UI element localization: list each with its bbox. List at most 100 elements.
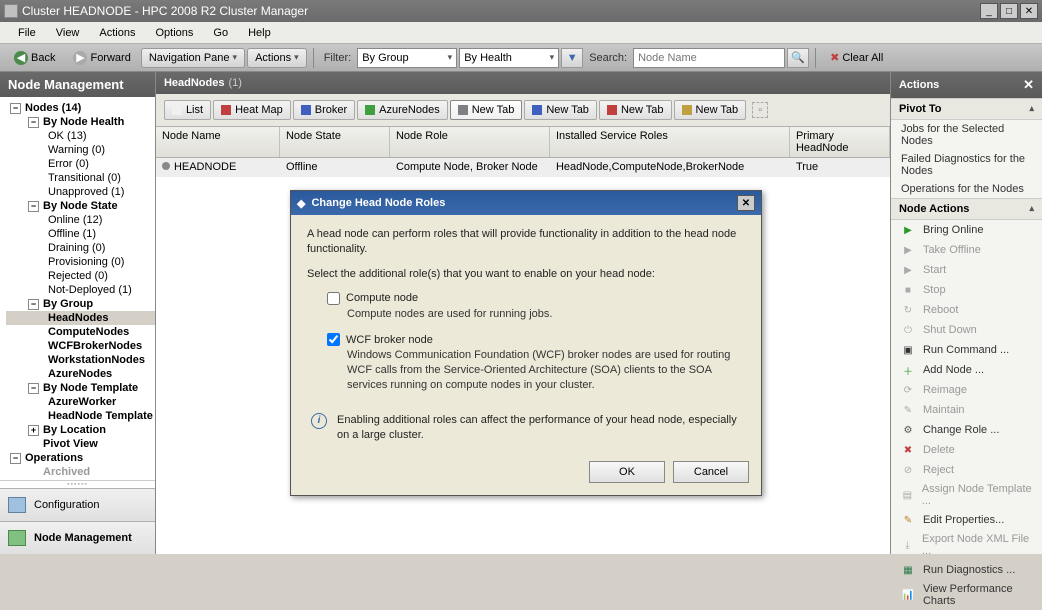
wcf-broker-option[interactable]: WCF broker node	[327, 333, 745, 346]
add-tab-button[interactable]: ▫	[752, 102, 768, 118]
col-node-name[interactable]: Node Name	[156, 127, 280, 157]
tree-nodes-root[interactable]: −Nodes (14)	[6, 101, 155, 115]
splitter-handle[interactable]	[0, 480, 155, 488]
view-tab-list-0[interactable]: List	[164, 100, 211, 120]
tree-operations[interactable]: −Operations	[6, 451, 155, 465]
content-title: HeadNodes	[164, 77, 225, 89]
action-view-performance-charts[interactable]: 📊View Performance Charts	[891, 580, 1042, 610]
collapse-icon[interactable]: −	[28, 201, 39, 212]
action-run-diagnostics[interactable]: ▦Run Diagnostics ...	[891, 560, 1042, 580]
navigation-pane-button[interactable]: Navigation Pane ▾	[141, 48, 245, 68]
tree-state-offline[interactable]: Offline (1)	[6, 227, 155, 241]
pivot-section-header[interactable]: Pivot To▴	[891, 98, 1042, 120]
nav-configuration[interactable]: Configuration	[0, 488, 155, 521]
tree-state-draining[interactable]: Draining (0)	[6, 241, 155, 255]
tree-by-node-template[interactable]: −By Node Template	[6, 381, 155, 395]
wcf-broker-checkbox[interactable]	[327, 333, 340, 346]
tab-color-icon	[532, 105, 542, 115]
action-add-node[interactable]: ＋Add Node ...	[891, 360, 1042, 380]
filter-group-select[interactable]: By Group▾	[357, 48, 457, 68]
tree-state-online[interactable]: Online (12)	[6, 213, 155, 227]
tree-by-location[interactable]: +By Location	[6, 423, 155, 437]
node-actions-header[interactable]: Node Actions▴	[891, 198, 1042, 220]
menu-help[interactable]: Help	[238, 25, 281, 41]
back-label: Back	[31, 52, 55, 64]
action-run-command[interactable]: ▣Run Command ...	[891, 340, 1042, 360]
ok-button[interactable]: OK	[589, 461, 665, 483]
maximize-button[interactable]: □	[1000, 3, 1018, 19]
action-delete: ✖Delete	[891, 440, 1042, 460]
tree-by-node-health[interactable]: −By Node Health	[6, 115, 155, 129]
tree-health-warning[interactable]: Warning (0)	[6, 143, 155, 157]
menu-actions[interactable]: Actions	[89, 25, 145, 41]
dialog-titlebar[interactable]: ◆Change Head Node Roles ✕	[291, 191, 761, 215]
actions-button[interactable]: Actions ▾	[247, 48, 307, 68]
actions-close-button[interactable]: ✕	[1023, 77, 1034, 93]
tree-state-provisioning[interactable]: Provisioning (0)	[6, 255, 155, 269]
action-bring-online[interactable]: ▶Bring Online	[891, 220, 1042, 240]
search-go-button[interactable]: 🔍	[787, 48, 809, 68]
collapse-icon[interactable]: −	[10, 103, 21, 114]
pivot-operations[interactable]: Operations for the Nodes	[891, 180, 1042, 198]
menu-view[interactable]: View	[46, 25, 90, 41]
tree-archived[interactable]: Archived	[6, 465, 155, 479]
tree-by-node-state[interactable]: −By Node State	[6, 199, 155, 213]
pivot-jobs[interactable]: Jobs for the Selected Nodes	[891, 120, 1042, 150]
filter-funnel-button[interactable]: ▼	[561, 48, 583, 68]
tree-pivot-view[interactable]: Pivot View	[6, 437, 155, 451]
action-change-role[interactable]: ⚙Change Role ...	[891, 420, 1042, 440]
view-tab-broker-2[interactable]: Broker	[293, 100, 355, 120]
back-button[interactable]: ◀Back	[6, 47, 63, 69]
tree-health-unapproved[interactable]: Unapproved (1)	[6, 185, 155, 199]
menu-options[interactable]: Options	[145, 25, 203, 41]
minimize-button[interactable]: _	[980, 3, 998, 19]
collapse-icon[interactable]: −	[28, 383, 39, 394]
action-edit-properties[interactable]: ✎Edit Properties...	[891, 510, 1042, 530]
tree-group-wcfbrokernodes[interactable]: WCFBrokerNodes	[6, 339, 155, 353]
view-tab-new-tab-7[interactable]: New Tab	[674, 100, 747, 120]
view-tab-new-tab-5[interactable]: New Tab	[524, 100, 597, 120]
view-tab-new-tab-4[interactable]: New Tab	[450, 100, 523, 120]
chevron-down-icon: ▾	[233, 52, 238, 63]
view-tab-heat-map-1[interactable]: Heat Map	[213, 100, 291, 120]
tree-group-azurenodes[interactable]: AzureNodes	[6, 367, 155, 381]
menu-file[interactable]: File	[8, 25, 46, 41]
search-input[interactable]	[633, 48, 785, 68]
tree-group-computenodes[interactable]: ComputeNodes	[6, 325, 155, 339]
tree-state-notdeployed[interactable]: Not-Deployed (1)	[6, 283, 155, 297]
expand-icon[interactable]: +	[28, 425, 39, 436]
app-icon	[4, 4, 18, 18]
tree-template-headnode[interactable]: HeadNode Template	[6, 409, 155, 423]
collapse-icon[interactable]: −	[28, 299, 39, 310]
col-node-role[interactable]: Node Role	[390, 127, 550, 157]
tree-template-azureworker[interactable]: AzureWorker	[6, 395, 155, 409]
clear-all-button[interactable]: ✖Clear All	[822, 47, 891, 68]
tree-health-error[interactable]: Error (0)	[6, 157, 155, 171]
tree-state-rejected[interactable]: Rejected (0)	[6, 269, 155, 283]
nav-node-management[interactable]: Node Management	[0, 521, 155, 554]
cancel-button[interactable]: Cancel	[673, 461, 749, 483]
tree-health-ok[interactable]: OK (13)	[6, 129, 155, 143]
close-button[interactable]: ✕	[1020, 3, 1038, 19]
col-service-roles[interactable]: Installed Service Roles	[550, 127, 790, 157]
pivot-diagnostics[interactable]: Failed Diagnostics for the Nodes	[891, 150, 1042, 180]
view-tab-azurenodes-3[interactable]: AzureNodes	[357, 100, 448, 120]
tree-by-group[interactable]: −By Group	[6, 297, 155, 311]
tree-group-workstationnodes[interactable]: WorkstationNodes	[6, 353, 155, 367]
compute-node-checkbox[interactable]	[327, 292, 340, 305]
dialog-close-button[interactable]: ✕	[737, 195, 755, 211]
compute-node-option[interactable]: Compute node	[327, 292, 745, 305]
forward-button[interactable]: ▶Forward	[65, 47, 138, 69]
col-primary-headnode[interactable]: Primary HeadNode	[790, 127, 890, 157]
table-row[interactable]: HEADNODE Offline Compute Node, Broker No…	[156, 158, 890, 177]
tree-health-transitional[interactable]: Transitional (0)	[6, 171, 155, 185]
tree-group-headnodes[interactable]: HeadNodes	[6, 311, 155, 325]
navigation-tree[interactable]: −Nodes (14) −By Node Health OK (13) Warn…	[0, 97, 155, 480]
action-icon: ▣	[901, 343, 915, 357]
menu-go[interactable]: Go	[203, 25, 238, 41]
view-tab-new-tab-6[interactable]: New Tab	[599, 100, 672, 120]
col-node-state[interactable]: Node State	[280, 127, 390, 157]
filter-health-select[interactable]: By Health▾	[459, 48, 559, 68]
collapse-icon[interactable]: −	[28, 117, 39, 128]
collapse-icon[interactable]: −	[10, 453, 21, 464]
